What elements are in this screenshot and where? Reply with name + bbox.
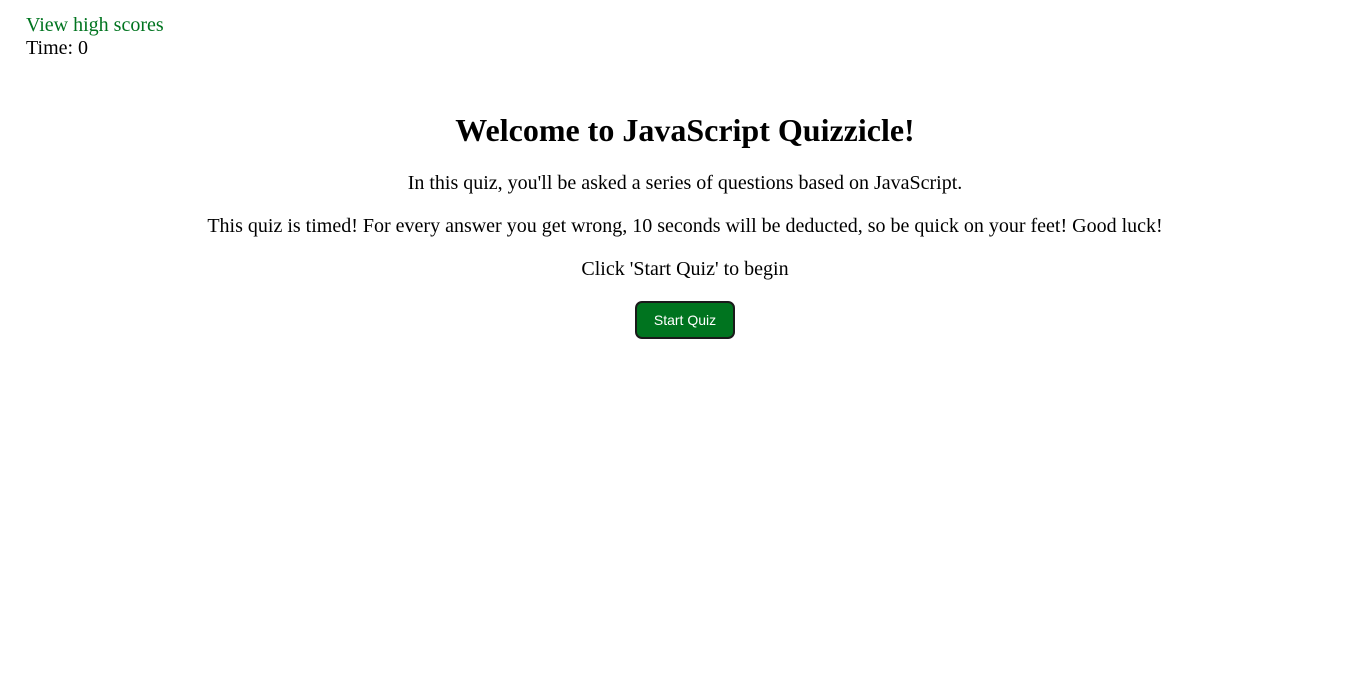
start-quiz-button[interactable]: Start Quiz [634,301,736,339]
view-high-scores-link[interactable]: View high scores [26,14,164,37]
intro-text: In this quiz, you'll be asked a series o… [407,172,963,194]
instruction-text: Click 'Start Quiz' to begin [581,258,789,280]
rules-text: This quiz is timed! For every answer you… [207,215,1163,237]
page-title: Welcome to JavaScript Quizzicle! [455,112,915,148]
quiz-intro: Welcome to JavaScript Quizzicle! In this… [0,108,1370,339]
timer-display: Time: 0 [26,37,89,59]
header: View high scores Time: 0 [26,14,164,60]
